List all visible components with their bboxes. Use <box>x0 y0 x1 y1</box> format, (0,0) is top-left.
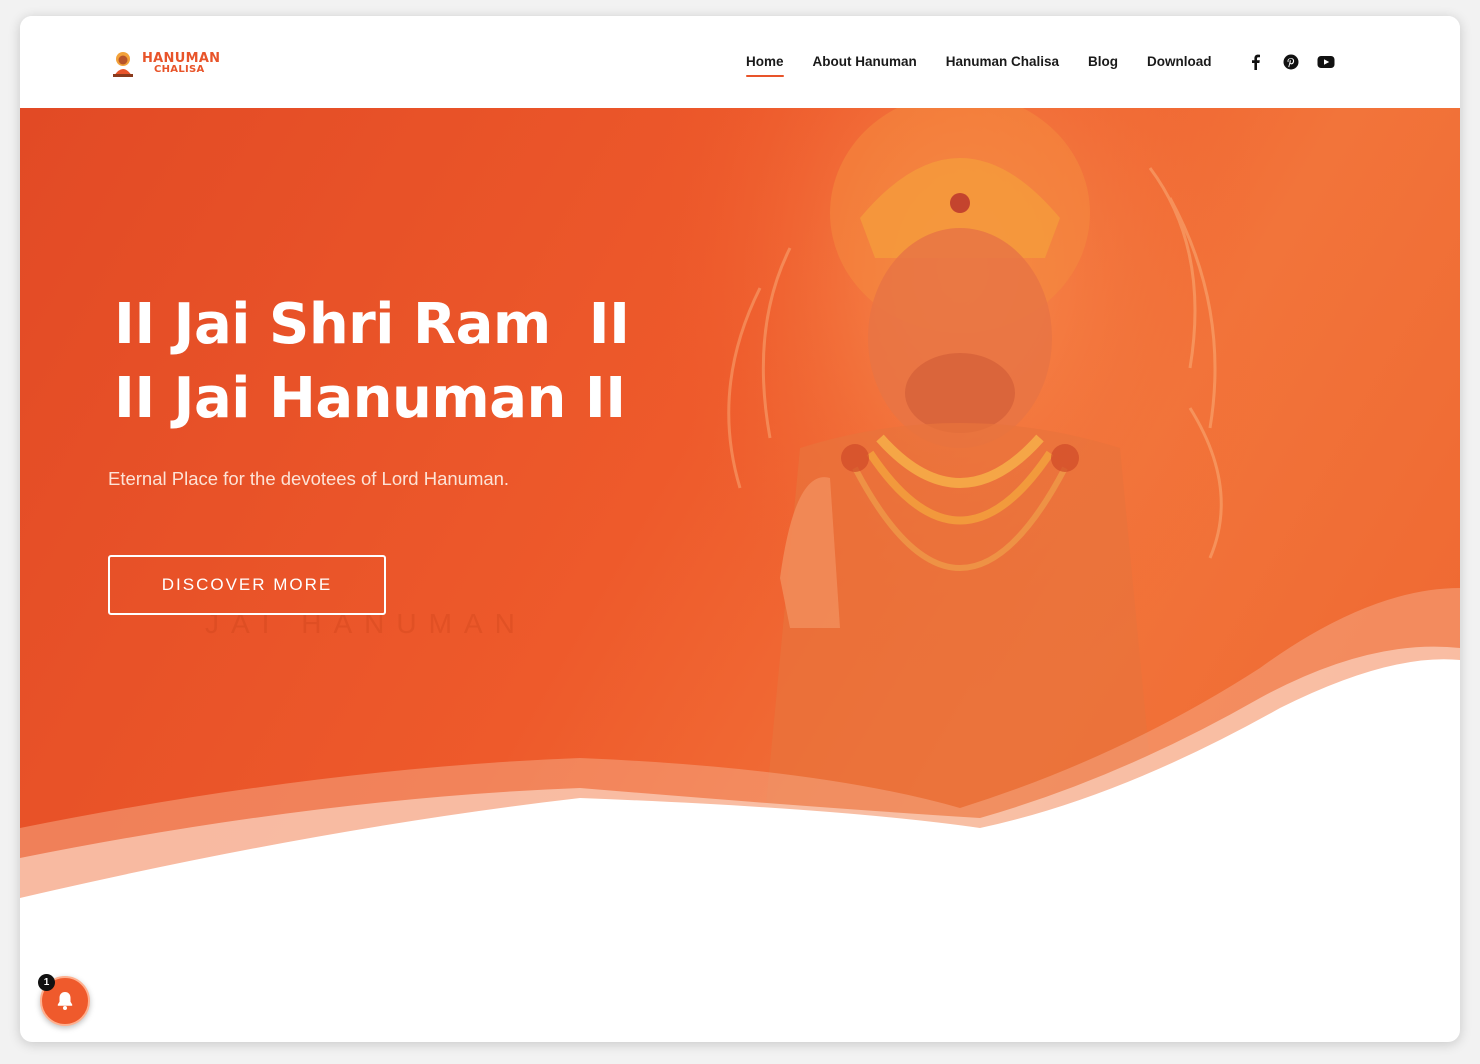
pinterest-icon[interactable] <box>1281 52 1301 72</box>
facebook-icon[interactable] <box>1246 52 1266 72</box>
browser-page: HANUMAN CHALISA Home About Hanuman Hanum… <box>20 16 1460 1042</box>
hanuman-logo-icon <box>113 52 133 77</box>
site-logo[interactable]: HANUMAN CHALISA <box>108 48 228 78</box>
nav-item-about-hanuman[interactable]: About Hanuman <box>813 54 917 69</box>
main-nav: Home About Hanuman Hanuman Chalisa Blog … <box>746 54 1241 77</box>
logo-line-1: HANUMAN <box>142 50 221 66</box>
social-links <box>1246 52 1351 72</box>
notification-bell-button[interactable]: 1 <box>38 974 90 1026</box>
notification-count-badge: 1 <box>38 974 55 991</box>
nav-item-download[interactable]: Download <box>1147 54 1212 69</box>
hero-wave-divider <box>20 588 1460 898</box>
nav-item-blog[interactable]: Blog <box>1088 54 1118 69</box>
nav-item-hanuman-chalisa[interactable]: Hanuman Chalisa <box>946 54 1059 69</box>
hero-banner: JAI HANUMAN II Jai Shri Ram II II Jai Ha… <box>20 108 1460 898</box>
bell-icon <box>57 992 73 1010</box>
nav-item-home[interactable]: Home <box>746 54 784 77</box>
site-header: HANUMAN CHALISA Home About Hanuman Hanum… <box>20 16 1460 108</box>
youtube-icon[interactable] <box>1316 52 1336 72</box>
logo-line-2: CHALISA <box>154 63 205 75</box>
